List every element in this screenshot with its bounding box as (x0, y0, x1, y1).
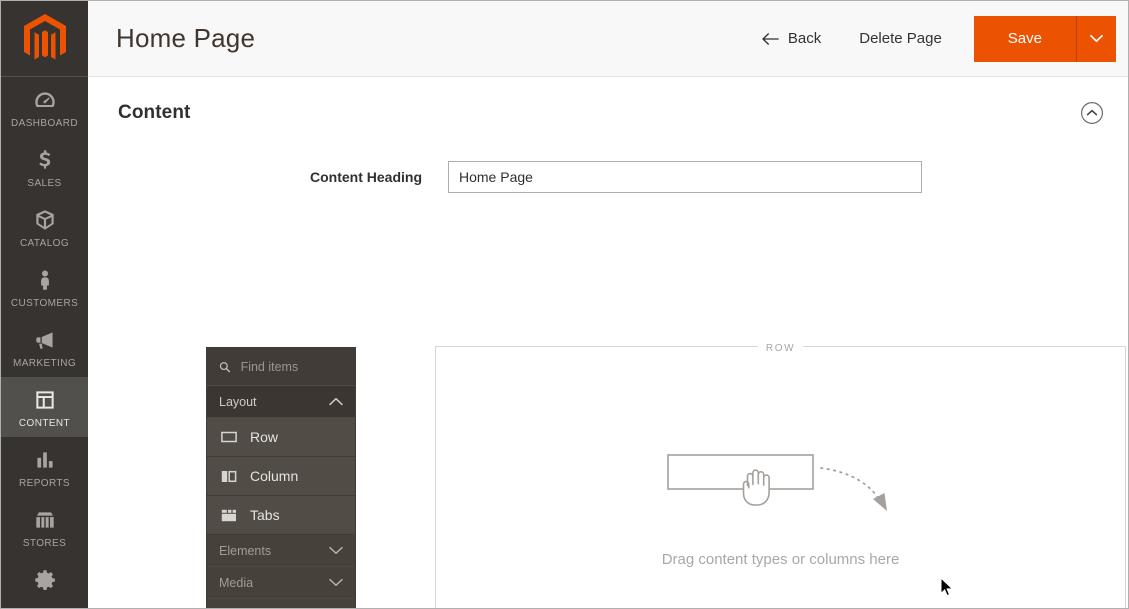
drag-hand-illustration (666, 453, 887, 511)
page-builder-group-add-content[interactable]: Add Content (207, 599, 355, 608)
group-label: Elements (219, 543, 272, 558)
save-split-button: Save (973, 15, 1116, 62)
bar-chart-icon (36, 452, 53, 468)
item-label: Row (250, 429, 279, 445)
content-heading-input[interactable] (448, 161, 922, 193)
sidebar-item-customers[interactable]: Customers (1, 257, 88, 317)
page-builder-group-layout[interactable]: Layout (207, 386, 355, 418)
magento-admin-window: Dashboard Sales Catalog Customers (0, 0, 1129, 609)
back-button[interactable]: Back (744, 30, 839, 47)
sidebar-item-catalog[interactable]: Catalog (1, 197, 88, 257)
chevron-down-icon (329, 578, 343, 587)
sidebar-item-label: Catalog (19, 238, 70, 249)
content-heading-label: Content Heading (310, 169, 422, 185)
sidebar-item-reports[interactable]: Reports (1, 437, 88, 497)
chevron-up-circle-icon[interactable] (1080, 101, 1104, 125)
chevron-down-icon (329, 546, 343, 555)
sidebar-item-content[interactable]: Content (1, 377, 88, 437)
content-section-header: Content (88, 77, 1128, 125)
find-items-input[interactable] (240, 359, 343, 374)
magento-logo[interactable] (1, 1, 88, 77)
stage-drop-zone[interactable]: Drag content types or columns here (436, 347, 1125, 608)
group-label: Layout (219, 394, 257, 409)
sidebar-item-label: Reports (19, 478, 70, 489)
page-title: Home Page (116, 23, 256, 53)
box-icon (35, 210, 54, 230)
sidebar-item-label: Content (18, 418, 71, 429)
page-builder-item-tabs[interactable]: Tabs (207, 496, 355, 535)
sidebar-item-system[interactable] (1, 557, 88, 607)
save-button[interactable]: Save (973, 15, 1076, 62)
stage-drop-text: Drag content types or columns here (661, 550, 900, 568)
chevron-up-icon (329, 397, 343, 406)
back-button-label: Back (787, 30, 822, 47)
admin-sidebar: Dashboard Sales Catalog Customers (1, 1, 88, 608)
layout-icon (35, 391, 54, 409)
sidebar-item-stores[interactable]: Stores (1, 497, 88, 557)
save-dropdown-button[interactable] (1076, 15, 1116, 62)
megaphone-icon (35, 332, 53, 349)
sidebar-item-label: Marketing (12, 358, 77, 369)
page-builder-search[interactable] (207, 348, 355, 386)
main-area: Home Page Back Delete Page Save Content … (88, 1, 1128, 608)
sidebar-item-marketing[interactable]: Marketing (1, 317, 88, 377)
item-label: Column (250, 468, 299, 484)
arrow-left-icon (762, 32, 779, 45)
sidebar-item-label: Dashboard (11, 118, 78, 129)
storefront-icon (35, 512, 54, 528)
chevron-down-icon (1090, 34, 1103, 42)
search-icon (219, 361, 231, 372)
section-title: Content (118, 102, 191, 123)
sidebar-item-dashboard[interactable]: Dashboard (1, 77, 88, 137)
magento-logo-icon (23, 13, 66, 59)
row-icon (221, 431, 237, 443)
page-builder-stage[interactable]: ROW Drag content types or columns here (435, 343, 1126, 608)
gear-icon (34, 570, 55, 590)
sidebar-item-label: Customers (10, 298, 79, 309)
tabs-icon (221, 509, 236, 521)
page-builder-item-row[interactable]: Row (207, 418, 355, 457)
sidebar-item-label: Sales (27, 178, 62, 189)
page-builder-panel: Layout Row Column (206, 347, 356, 608)
content-section: Content Content Heading Home Page Find i… (88, 77, 1128, 608)
sidebar-item-label: Stores (22, 538, 67, 549)
item-label: Tabs (250, 507, 280, 523)
page-builder-item-column[interactable]: Column (207, 457, 355, 496)
dollar-icon (38, 150, 50, 169)
page-header: Home Page Back Delete Page Save (88, 1, 1128, 77)
person-icon (40, 270, 49, 290)
group-label: Add Content (219, 608, 289, 609)
sidebar-item-sales[interactable]: Sales (1, 137, 88, 197)
page-builder-group-elements[interactable]: Elements (207, 535, 355, 567)
content-heading-field-row: Content Heading (88, 161, 1128, 193)
column-icon (221, 470, 237, 482)
header-actions: Back Delete Page Save (744, 1, 1128, 76)
page-builder-group-media[interactable]: Media (207, 567, 355, 599)
dashboard-icon (34, 92, 55, 108)
group-label: Media (219, 575, 254, 590)
delete-page-button[interactable]: Delete Page (839, 30, 962, 47)
